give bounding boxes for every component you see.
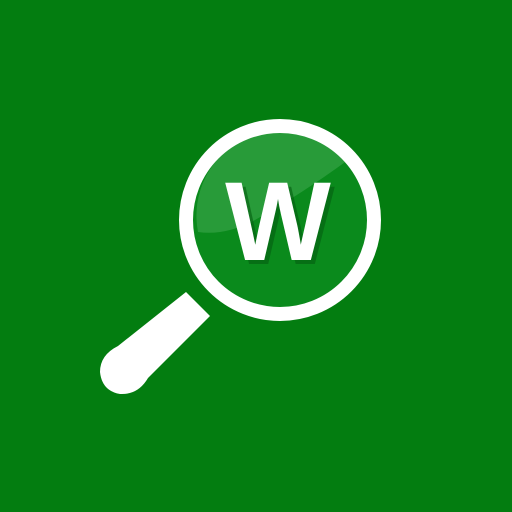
app-icon-tile[interactable]: W W: [0, 0, 512, 512]
magnifying-glass-icon: W W: [0, 0, 512, 512]
logo-letter: W: [225, 159, 331, 284]
